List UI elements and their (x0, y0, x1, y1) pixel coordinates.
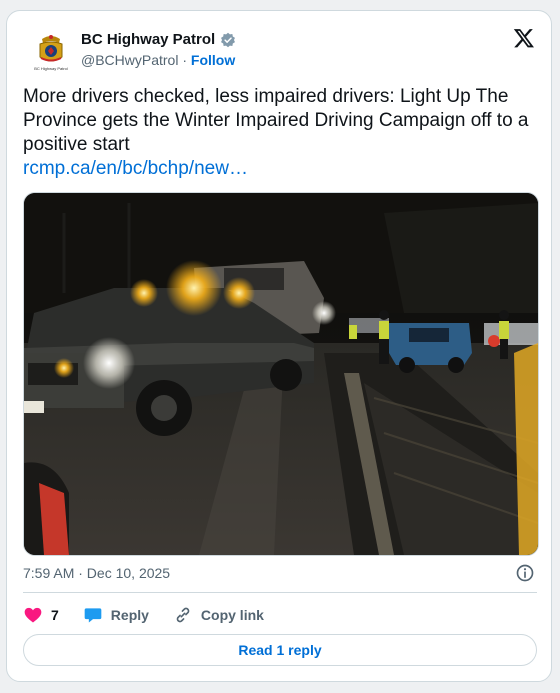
link-icon (176, 607, 190, 623)
tweet-card: BC Highway Patrol BC Highway Patrol @BCH… (6, 10, 552, 682)
night-roadside-checkstop-photo (24, 193, 538, 555)
divider (23, 592, 537, 593)
heart-icon (24, 607, 42, 623)
author-handle-row: @BCHwyPatrol · Follow (81, 52, 235, 68)
tweet-link[interactable]: rcmp.ca/en/bc/bchp/new… (23, 157, 543, 181)
copy-link-button[interactable]: Copy link (173, 605, 264, 625)
author-display-name[interactable]: BC Highway Patrol (81, 31, 215, 48)
reply-button[interactable]: Reply (83, 605, 149, 625)
avatar-caption: BC Highway Patrol (34, 66, 68, 71)
tweet-body: More drivers checked, less impaired driv… (23, 85, 543, 181)
rcmp-crest-icon[interactable]: BC Highway Patrol (29, 29, 73, 73)
read-replies-button[interactable]: Read 1 reply (23, 634, 537, 666)
reply-bubble-icon (84, 608, 102, 623)
verified-badge-icon (221, 32, 236, 47)
reply-label: Reply (110, 607, 149, 623)
x-logo-icon[interactable] (513, 27, 535, 49)
action-bar: 7 Reply Copy link (23, 605, 288, 625)
follow-button[interactable]: Follow (191, 52, 235, 68)
info-icon[interactable] (515, 563, 535, 583)
tweet-text: More drivers checked, less impaired driv… (23, 86, 529, 155)
author-handle[interactable]: @BCHwyPatrol (81, 52, 178, 68)
tweet-media-photo[interactable] (23, 192, 539, 556)
like-count: 7 (51, 607, 59, 623)
handle-separator: · (178, 52, 191, 68)
like-button[interactable]: 7 (23, 605, 59, 625)
tweet-timestamp[interactable]: 7:59 AM · Dec 10, 2025 (23, 565, 170, 581)
copy-link-label: Copy link (200, 607, 264, 623)
author-name-row: BC Highway Patrol (81, 31, 236, 48)
